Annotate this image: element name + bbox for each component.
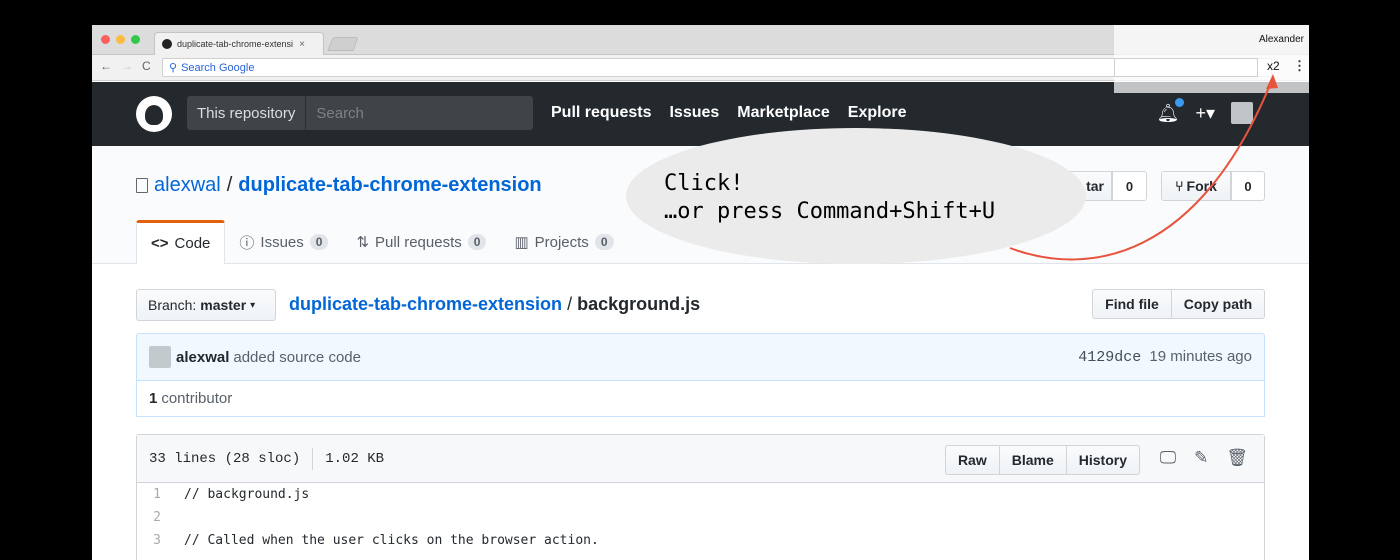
callout-arrow (1009, 74, 1278, 261)
callout-arrow-path (1009, 79, 1273, 261)
arrowhead-icon (1266, 74, 1278, 89)
